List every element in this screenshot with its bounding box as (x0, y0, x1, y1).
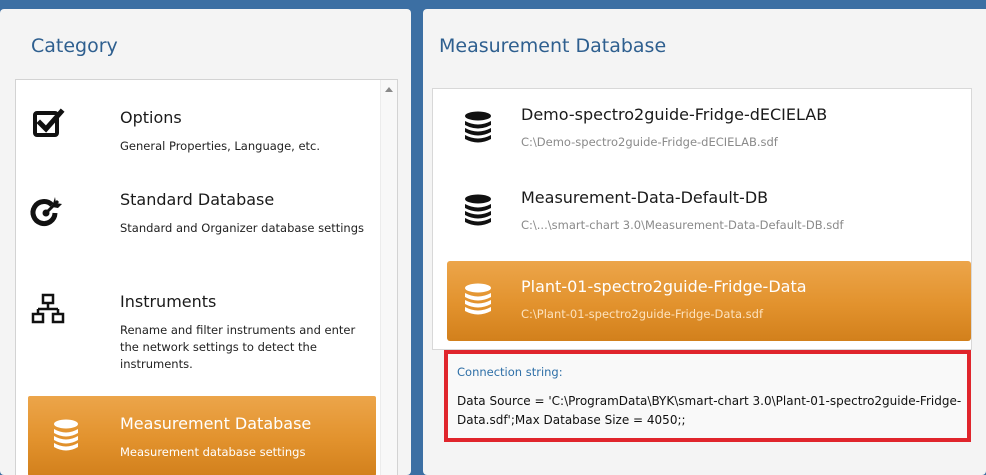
database-item[interactable]: Measurement-Data-Default-DB C:\...\smart… (447, 172, 971, 252)
measurement-database-title: Measurement Database (439, 35, 667, 57)
category-item-measurement-database[interactable]: Measurement Database Measurement databas… (28, 396, 376, 475)
measurement-database-panel: Measurement Database Demo-spectro2guide-… (423, 9, 986, 475)
database-list: Demo-spectro2guide-Fridge-dECIELAB C:\De… (432, 88, 972, 350)
category-item-desc: Standard and Organizer database settings (120, 221, 364, 235)
category-item-desc: General Properties, Language, etc. (120, 139, 321, 153)
category-item-title: Standard Database (120, 190, 275, 209)
category-item-title: Measurement Database (120, 414, 312, 433)
category-panel: Category Options General Properties, Lan… (0, 9, 411, 475)
category-title: Category (31, 35, 118, 57)
category-item-instruments[interactable]: Instruments Rename and filter instrument… (28, 280, 376, 390)
database-item-name: Measurement-Data-Default-DB (521, 188, 769, 207)
database-item[interactable]: Demo-spectro2guide-Fridge-dECIELAB C:\De… (447, 89, 971, 169)
database-item-path: C:\Plant-01-spectro2guide-Fridge-Data.sd… (521, 307, 763, 321)
category-item-title: Options (120, 108, 182, 127)
database-icon (465, 194, 491, 226)
database-item-name: Demo-spectro2guide-Fridge-dECIELAB (521, 105, 828, 124)
connection-string-box: Connection string: Data Source = 'C:\Pro… (444, 350, 971, 442)
category-item-desc: Measurement database settings (120, 445, 306, 459)
network-icon (31, 293, 65, 324)
database-icon (465, 283, 491, 315)
checkbox-icon (33, 108, 65, 137)
category-item-title: Instruments (120, 292, 217, 311)
category-item-options[interactable]: Options General Properties, Language, et… (28, 94, 376, 164)
database-item-path: C:\...\smart-chart 3.0\Measurement-Data-… (521, 218, 844, 232)
category-list: Options General Properties, Language, et… (15, 79, 398, 475)
category-scrollbar[interactable] (380, 80, 397, 475)
category-item-desc: Rename and filter instruments and enter … (120, 323, 356, 371)
database-icon (54, 419, 78, 451)
target-icon (30, 197, 62, 227)
scroll-up-arrow-icon[interactable] (385, 87, 393, 92)
database-item-path: C:\Demo-spectro2guide-Fridge-dECIELAB.sd… (521, 135, 778, 149)
connection-string-value[interactable]: Data Source = 'C:\ProgramData\BYK\smart-… (457, 392, 962, 430)
connection-string-label: Connection string: (457, 365, 563, 379)
database-icon (465, 111, 491, 143)
database-item-selected[interactable]: Plant-01-spectro2guide-Fridge-Data C:\Pl… (447, 261, 971, 341)
database-item-name: Plant-01-spectro2guide-Fridge-Data (521, 277, 807, 296)
category-item-standard-database[interactable]: Standard Database Standard and Organizer… (28, 180, 376, 270)
